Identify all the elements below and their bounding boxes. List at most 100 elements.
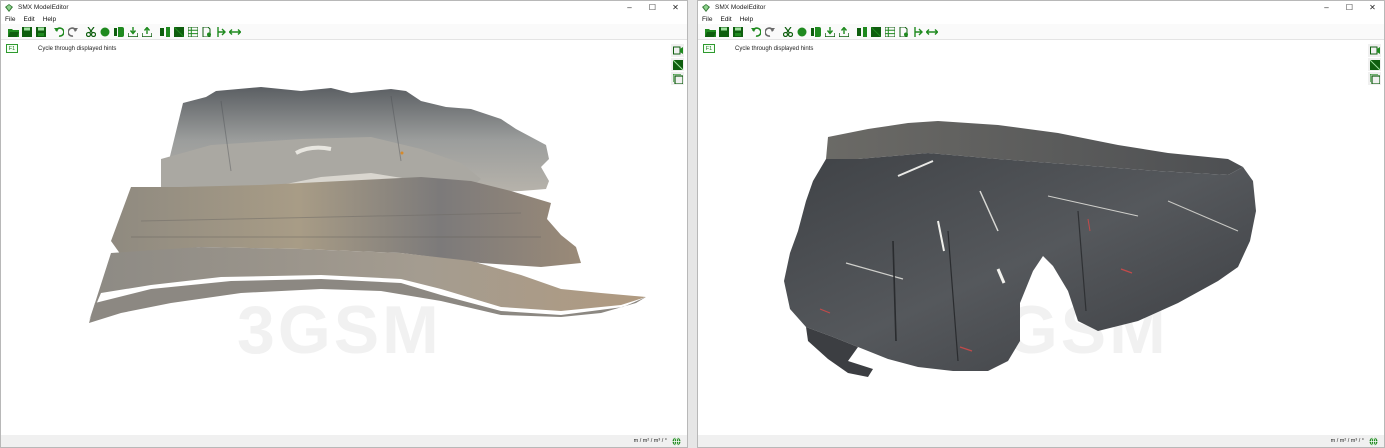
close-button[interactable]: ✕ <box>1361 1 1384 14</box>
hint-key-f1[interactable]: F1 <box>6 44 18 53</box>
window-title: SMX ModelEditor <box>715 4 766 11</box>
upload-icon <box>142 26 152 37</box>
camera-button[interactable] <box>1368 44 1381 57</box>
measure-button[interactable] <box>214 25 228 39</box>
camera-icon <box>1369 46 1380 55</box>
globe-button[interactable] <box>1369 436 1378 446</box>
maximize-button[interactable]: ☐ <box>641 1 664 14</box>
side-toolbar <box>1368 44 1381 86</box>
window-left: SMX ModelEditor – ☐ ✕ File Edit Help 3GS… <box>0 0 688 448</box>
point-button[interactable] <box>98 25 112 39</box>
document-button[interactable] <box>897 25 911 39</box>
measure-button[interactable] <box>911 25 925 39</box>
measure-icon <box>217 26 226 37</box>
save-button[interactable] <box>20 25 34 39</box>
close-button[interactable]: ✕ <box>664 1 687 14</box>
export-button[interactable] <box>112 25 126 39</box>
menu-help[interactable]: Help <box>740 16 753 23</box>
globe-icon <box>672 436 681 446</box>
globe-icon <box>1369 436 1378 446</box>
save-as-icon <box>36 26 46 37</box>
redo-button[interactable] <box>763 25 777 39</box>
undo-icon <box>54 26 64 37</box>
side-toolbar <box>671 44 684 86</box>
status-bar: m / m² / m³ / ° <box>1 435 687 447</box>
camera-icon <box>672 46 683 55</box>
3d-viewport[interactable]: 3GSM F1 Cycle through displayed hints <box>698 41 1384 435</box>
square-button[interactable] <box>869 25 883 39</box>
open-icon <box>7 28 19 37</box>
square-button[interactable] <box>172 25 186 39</box>
measure-icon <box>914 26 923 37</box>
open-icon <box>704 28 716 37</box>
resize-icon <box>926 28 938 35</box>
menu-file[interactable]: File <box>702 16 712 23</box>
minimize-button[interactable]: – <box>1315 1 1338 14</box>
cut-button[interactable] <box>84 25 98 39</box>
maximize-button[interactable]: ☐ <box>1338 1 1361 14</box>
toolbar <box>698 24 1384 40</box>
square-icon <box>871 26 881 37</box>
status-bar: m / m² / m³ / ° <box>698 435 1384 447</box>
menu-edit[interactable]: Edit <box>23 16 34 23</box>
cut-icon <box>783 26 793 37</box>
menu-bar: File Edit Help <box>698 14 1384 24</box>
hint-text: Cycle through displayed hints <box>735 45 814 52</box>
upload-button[interactable] <box>140 25 154 39</box>
app-icon <box>5 3 13 12</box>
split-button[interactable] <box>855 25 869 39</box>
point-button[interactable] <box>795 25 809 39</box>
import-button[interactable] <box>823 25 837 39</box>
hint-text: Cycle through displayed hints <box>38 45 117 52</box>
redo-icon <box>68 26 78 37</box>
import-button[interactable] <box>126 25 140 39</box>
texture-icon <box>672 59 683 70</box>
save-as-button[interactable] <box>731 25 745 39</box>
title-bar[interactable]: SMX ModelEditor – ☐ ✕ <box>1 1 687 14</box>
camera-button[interactable] <box>671 44 684 57</box>
texture-button[interactable] <box>671 58 684 71</box>
menu-edit[interactable]: Edit <box>720 16 731 23</box>
quarry-model <box>89 87 646 323</box>
rock-block-model <box>784 121 1256 377</box>
undo-button[interactable] <box>52 25 66 39</box>
toolbar <box>1 24 687 40</box>
split-icon <box>857 26 867 37</box>
export-button[interactable] <box>809 25 823 39</box>
table-button[interactable] <box>186 25 200 39</box>
resize-button[interactable] <box>925 25 939 39</box>
frame-button[interactable] <box>1368 72 1381 85</box>
redo-icon <box>765 26 775 37</box>
window-title: SMX ModelEditor <box>18 4 69 11</box>
menu-file[interactable]: File <box>5 16 15 23</box>
menu-bar: File Edit Help <box>1 14 687 24</box>
document-icon <box>202 26 211 37</box>
3d-viewport[interactable]: 3GSM F1 Cycle through displayed hints <box>1 41 687 435</box>
redo-button[interactable] <box>66 25 80 39</box>
table-icon <box>885 26 895 37</box>
open-button[interactable] <box>6 25 20 39</box>
globe-button[interactable] <box>672 436 681 446</box>
menu-help[interactable]: Help <box>43 16 56 23</box>
open-button[interactable] <box>703 25 717 39</box>
upload-button[interactable] <box>837 25 851 39</box>
hint-bar: F1 Cycle through displayed hints <box>703 44 813 53</box>
save-as-button[interactable] <box>34 25 48 39</box>
cut-button[interactable] <box>781 25 795 39</box>
split-button[interactable] <box>158 25 172 39</box>
export-icon <box>114 26 124 37</box>
document-button[interactable] <box>200 25 214 39</box>
frame-button[interactable] <box>671 72 684 85</box>
hint-bar: F1 Cycle through displayed hints <box>6 44 116 53</box>
save-icon <box>22 26 32 37</box>
texture-button[interactable] <box>1368 58 1381 71</box>
undo-button[interactable] <box>749 25 763 39</box>
hint-key-f1[interactable]: F1 <box>703 44 715 53</box>
save-button[interactable] <box>717 25 731 39</box>
table-button[interactable] <box>883 25 897 39</box>
frame-icon <box>1369 73 1380 84</box>
title-bar[interactable]: SMX ModelEditor – ☐ ✕ <box>698 1 1384 14</box>
cut-icon <box>86 26 96 37</box>
resize-button[interactable] <box>228 25 242 39</box>
minimize-button[interactable]: – <box>618 1 641 14</box>
